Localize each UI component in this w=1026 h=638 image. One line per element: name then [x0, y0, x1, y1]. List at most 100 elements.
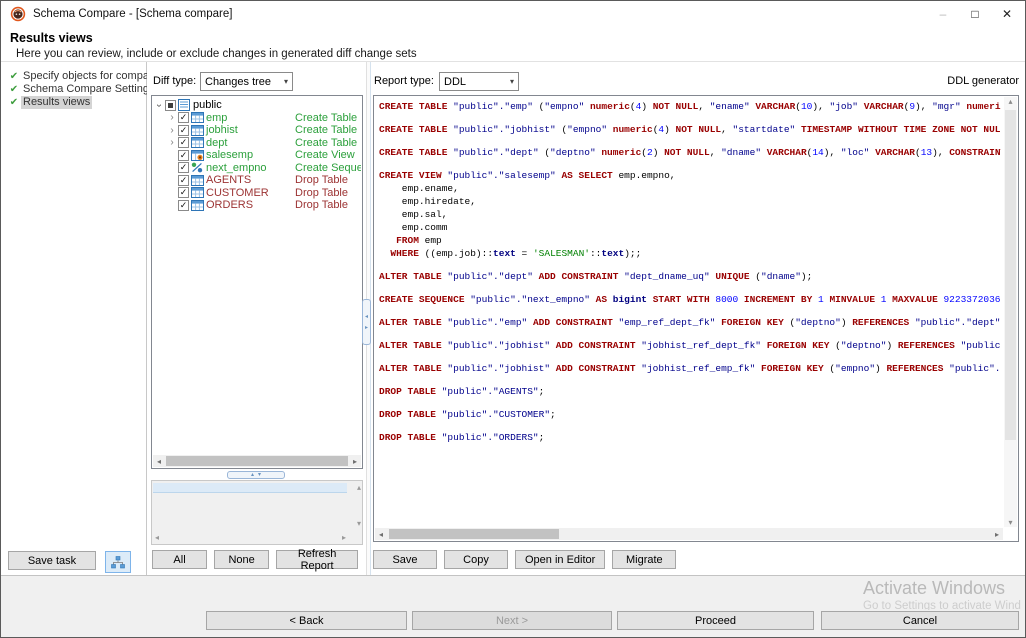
tree-item-salesemp[interactable]: ✓salesempCreate View: [153, 149, 361, 162]
diff-panel: Diff type: Changes tree ▾ ›public›✓empCr…: [147, 62, 365, 577]
detail-preview-pane[interactable]: ▴ ▾ ◂ ▸: [151, 480, 363, 545]
close-icon[interactable]: ✕: [991, 1, 1023, 27]
report-type-select[interactable]: DDL ▾: [439, 72, 519, 91]
code-horizontal-scrollbar[interactable]: ◂ ▸: [375, 528, 1003, 540]
wizard-step-1[interactable]: ✔Schema Compare Settings: [7, 83, 144, 96]
expander-icon[interactable]: ›: [166, 112, 178, 123]
object-name: dept: [206, 137, 227, 149]
scroll-right-icon[interactable]: ▸: [349, 455, 361, 467]
collapse-left-icon[interactable]: ◂: [365, 314, 368, 320]
code-vertical-scrollbar[interactable]: ▴ ▾: [1004, 97, 1017, 527]
watermark-line1: Activate Windows: [863, 578, 1025, 599]
ddl-code-editor[interactable]: CREATE TABLE "public"."emp" ("empno" num…: [373, 95, 1019, 542]
maximize-icon[interactable]: □: [959, 1, 991, 27]
preview-scroll-right-icon[interactable]: ▸: [342, 533, 346, 542]
include-checkbox[interactable]: ✓: [178, 150, 189, 161]
minimize-icon[interactable]: –: [927, 1, 959, 27]
tree-item-AGENTS[interactable]: ✓AGENTSDrop Table: [153, 174, 361, 187]
object-name: next_empno: [206, 162, 267, 174]
title-bar: Schema Compare - [Schema compare] – □ ✕: [1, 1, 1025, 27]
change-action: Create Sequence: [295, 162, 361, 174]
include-checkbox[interactable]: ✓: [178, 187, 189, 198]
app-logo-icon: [10, 6, 26, 22]
page-subtitle: Here you can review, include or exclude …: [16, 48, 417, 60]
code-line: CREATE TABLE "public"."dept" ("deptno" n…: [379, 146, 1001, 159]
table-icon: [189, 137, 205, 148]
wizard-step-0[interactable]: ✔Specify objects for comparison: [7, 70, 144, 83]
tree-horizontal-scrollbar[interactable]: ◂ ▸: [153, 455, 361, 467]
task-tree-icon-button[interactable]: [105, 551, 131, 573]
table-icon: [189, 125, 205, 136]
next-button[interactable]: Next >: [412, 611, 612, 630]
tree-item-next_empno[interactable]: ✓ next_empno Create Sequence: [153, 162, 361, 175]
chevron-down-icon: ▾: [510, 77, 514, 86]
include-checkbox[interactable]: ✓: [178, 162, 189, 173]
include-checkbox[interactable]: [165, 100, 176, 111]
preview-scroll-up-icon[interactable]: ▴: [357, 483, 361, 492]
scroll-right-icon[interactable]: ▸: [991, 528, 1003, 540]
tree-item-jobhist[interactable]: ›✓jobhistCreate Table: [153, 124, 361, 137]
tree-item-ORDERS[interactable]: ✓ORDERSDrop Table: [153, 199, 361, 212]
tree-item-CUSTOMER[interactable]: ✓CUSTOMERDrop Table: [153, 187, 361, 200]
scroll-left-icon[interactable]: ◂: [153, 455, 165, 467]
code-line: ALTER TABLE "public"."emp" ADD CONSTRAIN…: [379, 316, 1001, 329]
code-blank-line: [379, 375, 1001, 385]
expander-icon[interactable]: ›: [154, 99, 165, 111]
expander-icon[interactable]: ›: [166, 137, 178, 148]
chevron-down-icon: ▾: [284, 77, 288, 86]
save-button[interactable]: Save: [373, 550, 437, 569]
code-blank-line: [379, 329, 1001, 339]
tree-item-schema[interactable]: ›public: [153, 99, 361, 112]
change-action: Create Table: [295, 137, 357, 149]
report-type-label: Report type:: [374, 75, 434, 87]
tree-item-dept[interactable]: ›✓ dept Create Table: [153, 137, 361, 150]
copy-button[interactable]: Copy: [444, 550, 508, 569]
include-checkbox[interactable]: ✓: [178, 137, 189, 148]
code-line: emp.comm: [379, 221, 1001, 234]
none-button[interactable]: None: [214, 550, 269, 569]
tree-scroll-thumb[interactable]: [166, 456, 348, 466]
collapse-up-icon[interactable]: ▴: [251, 472, 254, 478]
step-check-icon: ✔: [7, 70, 21, 83]
code-blank-line: [379, 306, 1001, 316]
all-button[interactable]: All: [152, 550, 207, 569]
code-lines[interactable]: CREATE TABLE "public"."emp" ("empno" num…: [379, 100, 1001, 526]
diff-type-select[interactable]: Changes tree ▾: [200, 72, 293, 91]
scroll-down-icon[interactable]: ▾: [1004, 518, 1017, 527]
code-blank-line: [379, 159, 1001, 169]
back-button[interactable]: < Back: [206, 611, 407, 630]
include-checkbox[interactable]: ✓: [178, 125, 189, 136]
scroll-up-icon[interactable]: ▴: [1004, 97, 1017, 106]
save-task-button[interactable]: Save task: [8, 551, 96, 570]
schema-icon: [176, 99, 192, 111]
code-line: emp.ename,: [379, 182, 1001, 195]
cancel-button[interactable]: Cancel: [821, 611, 1019, 630]
sitemap-icon: [111, 556, 125, 569]
preview-scroll-down-icon[interactable]: ▾: [357, 519, 361, 528]
open-in-editor-button[interactable]: Open in Editor: [515, 550, 605, 569]
tree-item-emp[interactable]: ›✓empCreate Table: [153, 112, 361, 125]
table-icon: [189, 112, 205, 123]
tree-preview-splitter[interactable]: ▴ ▾: [147, 471, 365, 480]
wizard-sidebar: ✔Specify objects for comparison✔Schema C…: [1, 62, 147, 577]
include-checkbox[interactable]: ✓: [178, 200, 189, 211]
include-checkbox[interactable]: ✓: [178, 175, 189, 186]
code-scroll-thumb[interactable]: [389, 529, 559, 539]
migrate-button[interactable]: Migrate: [612, 550, 676, 569]
refresh-report-button[interactable]: Refresh Report: [276, 550, 358, 569]
include-checkbox[interactable]: ✓: [178, 112, 189, 123]
panel-splitter-handle[interactable]: ◂ ▸: [362, 299, 371, 345]
code-line: WHERE ((emp.job)::text = 'SALESMAN'::tex…: [379, 247, 1001, 260]
code-line: DROP TABLE "public"."CUSTOMER";: [379, 408, 1001, 421]
scroll-left-icon[interactable]: ◂: [375, 528, 387, 540]
diff-type-label: Diff type:: [153, 75, 196, 87]
step-check-icon: ✔: [7, 83, 21, 96]
expander-icon[interactable]: ›: [166, 125, 178, 136]
proceed-button[interactable]: Proceed: [617, 611, 814, 630]
preview-scroll-left-icon[interactable]: ◂: [155, 533, 159, 542]
wizard-step-label: Results views: [21, 96, 92, 109]
collapse-down-icon[interactable]: ▾: [258, 472, 261, 478]
code-vscroll-thumb[interactable]: [1005, 110, 1016, 440]
collapse-right-icon[interactable]: ▸: [365, 325, 368, 331]
wizard-step-2[interactable]: ✔Results views: [7, 96, 144, 109]
